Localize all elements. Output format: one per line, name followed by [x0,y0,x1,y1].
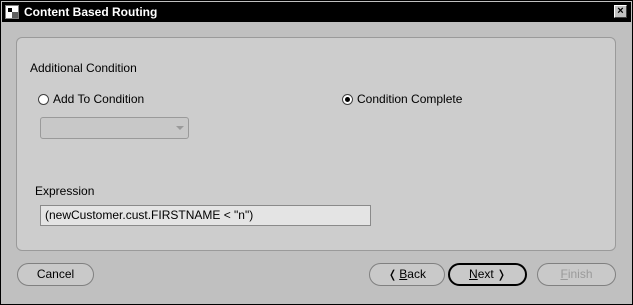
radio-unchecked-icon [38,93,49,105]
app-icon [5,5,19,19]
back-button[interactable]: ❬ Back [369,263,445,286]
close-icon[interactable]: × [614,5,627,18]
condition-complete-radio[interactable]: Condition Complete [342,92,462,106]
wizard-window: Content Based Routing × Additional Condi… [0,0,633,305]
next-button-label: ext [477,267,494,281]
section-label-additional-condition: Additional Condition [30,61,137,75]
expression-label: Expression [35,184,95,198]
finish-button-label: inish [567,267,593,281]
add-to-condition-label: Add To Condition [53,92,145,106]
finish-button[interactable]: Finish [537,263,616,286]
add-to-condition-radio[interactable]: Add To Condition [38,92,144,106]
chevron-right-icon: ❭ [496,269,506,281]
title-bar: Content Based Routing × [2,2,631,22]
chevron-left-icon: ❬ [388,269,398,281]
next-button[interactable]: Next ❭ [448,263,527,286]
window-title: Content Based Routing [24,5,158,19]
next-mnemonic: N [469,267,478,281]
finish-mnemonic: F [560,267,568,281]
cancel-button[interactable]: Cancel [17,263,94,286]
condition-panel: Additional Condition Add To Condition Co… [16,37,616,251]
cancel-button-label: Cancel [36,267,75,281]
radio-checked-icon [342,93,353,105]
condition-select[interactable] [40,117,189,139]
expression-field[interactable]: (newCustomer.cust.FIRSTNAME < "n") [40,205,371,226]
chevron-down-icon [176,126,184,130]
condition-complete-label: Condition Complete [357,92,463,106]
back-button-label: ack [407,267,426,281]
